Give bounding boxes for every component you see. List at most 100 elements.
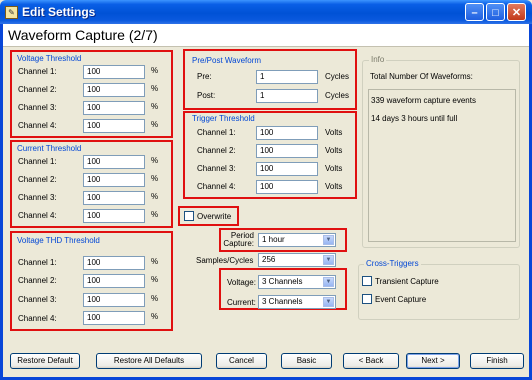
thd-ch2-label: Channel 2: [18, 276, 57, 285]
basic-button[interactable]: Basic [281, 353, 332, 369]
trigger-ch4-input[interactable]: 100 [256, 180, 318, 194]
current-ch1-input[interactable]: 100 [83, 155, 145, 169]
samples-cycles-label: Samples/Cycles [196, 256, 254, 265]
trigger-ch4-label: Channel 4: [197, 182, 236, 191]
trigger-ch3-unit: Volts [325, 164, 343, 173]
voltage-channels-value: 3 Channels [262, 277, 303, 286]
thd-ch1-input[interactable]: 100 [83, 256, 145, 270]
next-button[interactable]: Next > [406, 353, 460, 369]
post-input[interactable]: 1 [256, 89, 318, 103]
voltage-ch4-input[interactable]: 100 [83, 119, 145, 133]
chevron-down-icon[interactable]: ▼ [323, 297, 334, 307]
info-line-days: 14 days 3 hours until full [371, 114, 458, 123]
post-label: Post: [197, 91, 216, 100]
chevron-down-icon[interactable]: ▼ [323, 255, 334, 265]
current-ch3-label: Channel 3: [18, 193, 57, 202]
chevron-down-icon[interactable]: ▼ [323, 277, 334, 287]
voltage-ch2-label: Channel 2: [18, 85, 57, 94]
trigger-threshold-title: Trigger Threshold [192, 114, 255, 123]
voltage-ch4-unit: % [151, 120, 159, 129]
chevron-down-icon[interactable]: ▼ [323, 235, 334, 245]
pre-unit: Cycles [325, 72, 350, 81]
finish-button[interactable]: Finish [470, 353, 524, 369]
transient-capture-label: Transient Capture [375, 277, 439, 286]
thd-ch3-label: Channel 3: [18, 295, 57, 304]
period-capture-select[interactable]: 1 hour ▼ [258, 233, 336, 247]
voltage-ch3-input[interactable]: 100 [83, 101, 145, 115]
event-capture-checkbox[interactable] [362, 294, 372, 304]
thd-ch3-unit: % [151, 294, 159, 303]
current-ch2-unit: % [151, 174, 159, 183]
post-unit: Cycles [325, 91, 350, 100]
trigger-ch1-input[interactable]: 100 [256, 126, 318, 140]
current-ch3-input[interactable]: 100 [83, 191, 145, 205]
current-ch4-label: Channel 4: [18, 211, 57, 220]
current-ch1-unit: % [151, 156, 159, 165]
total-waveforms-label: Total Number Of Waveforms: [370, 72, 473, 81]
minimize-button[interactable]: – [465, 3, 484, 21]
current-channels-label: Current: [227, 298, 256, 307]
pre-post-waveform-title: Pre/Post Waveform [192, 56, 262, 65]
thd-ch2-unit: % [151, 275, 159, 284]
trigger-ch3-input[interactable]: 100 [256, 162, 318, 176]
voltage-channels-select[interactable]: 3 Channels ▼ [258, 275, 336, 289]
period-capture-label: Period Capture: [223, 231, 254, 248]
voltage-channels-label: Voltage: [227, 278, 256, 287]
voltage-ch1-label: Channel 1: [18, 67, 57, 76]
samples-cycles-select[interactable]: 256 ▼ [258, 253, 336, 267]
info-text-area[interactable]: 339 waveform capture events 14 days 3 ho… [368, 89, 516, 242]
thd-ch4-input[interactable]: 100 [83, 311, 145, 325]
maximize-button[interactable]: □ [486, 3, 505, 21]
voltage-ch2-input[interactable]: 100 [83, 83, 145, 97]
restore-default-button[interactable]: Restore Default [10, 353, 80, 369]
event-capture-label: Event Capture [375, 295, 427, 304]
info-line-events: 339 waveform capture events [371, 96, 476, 105]
back-button[interactable]: < Back [343, 353, 399, 369]
restore-all-defaults-button[interactable]: Restore All Defaults [96, 353, 202, 369]
trigger-ch1-label: Channel 1: [197, 128, 236, 137]
trigger-ch2-unit: Volts [325, 146, 343, 155]
thd-ch4-unit: % [151, 312, 159, 321]
pre-label: Pre: [197, 72, 212, 81]
cross-triggers-title: Cross-Triggers [364, 259, 421, 268]
current-ch2-input[interactable]: 100 [83, 173, 145, 187]
cross-triggers-group [358, 264, 520, 320]
trigger-ch1-unit: Volts [325, 128, 343, 137]
voltage-ch3-label: Channel 3: [18, 103, 57, 112]
overwrite-label: Overwrite [197, 212, 232, 221]
voltage-ch4-label: Channel 4: [18, 121, 57, 130]
voltage-ch2-unit: % [151, 84, 159, 93]
trigger-ch2-label: Channel 2: [197, 146, 236, 155]
period-capture-value: 1 hour [262, 235, 285, 244]
current-ch4-input[interactable]: 100 [83, 209, 145, 223]
app-icon: ✎ [5, 6, 18, 19]
window-title: Edit Settings [22, 5, 96, 19]
current-ch1-label: Channel 1: [18, 157, 57, 166]
current-ch2-label: Channel 2: [18, 175, 57, 184]
thd-ch3-input[interactable]: 100 [83, 293, 145, 307]
page-title: Waveform Capture (2/7) [8, 27, 158, 43]
trigger-ch4-unit: Volts [325, 182, 343, 191]
overwrite-checkbox[interactable] [184, 211, 194, 221]
cancel-button[interactable]: Cancel [216, 353, 267, 369]
trigger-ch2-input[interactable]: 100 [256, 144, 318, 158]
voltage-ch1-input[interactable]: 100 [83, 65, 145, 79]
voltage-thd-threshold-title: Voltage THD Threshold [17, 236, 100, 245]
thd-ch4-label: Channel 4: [18, 314, 57, 323]
current-channels-select[interactable]: 3 Channels ▼ [258, 295, 336, 309]
samples-cycles-value: 256 [262, 255, 276, 264]
thd-ch1-unit: % [151, 257, 159, 266]
transient-capture-checkbox[interactable] [362, 276, 372, 286]
page-header: Waveform Capture (2/7) [3, 24, 529, 47]
pre-input[interactable]: 1 [256, 70, 318, 84]
voltage-ch1-unit: % [151, 66, 159, 75]
thd-ch2-input[interactable]: 100 [83, 274, 145, 288]
trigger-ch3-label: Channel 3: [197, 164, 236, 173]
current-ch3-unit: % [151, 192, 159, 201]
close-button[interactable]: ✕ [507, 3, 526, 21]
current-ch4-unit: % [151, 210, 159, 219]
voltage-ch3-unit: % [151, 102, 159, 111]
voltage-threshold-title: Voltage Threshold [17, 54, 82, 63]
info-title: Info [369, 55, 387, 64]
current-threshold-title: Current Threshold [17, 144, 82, 153]
